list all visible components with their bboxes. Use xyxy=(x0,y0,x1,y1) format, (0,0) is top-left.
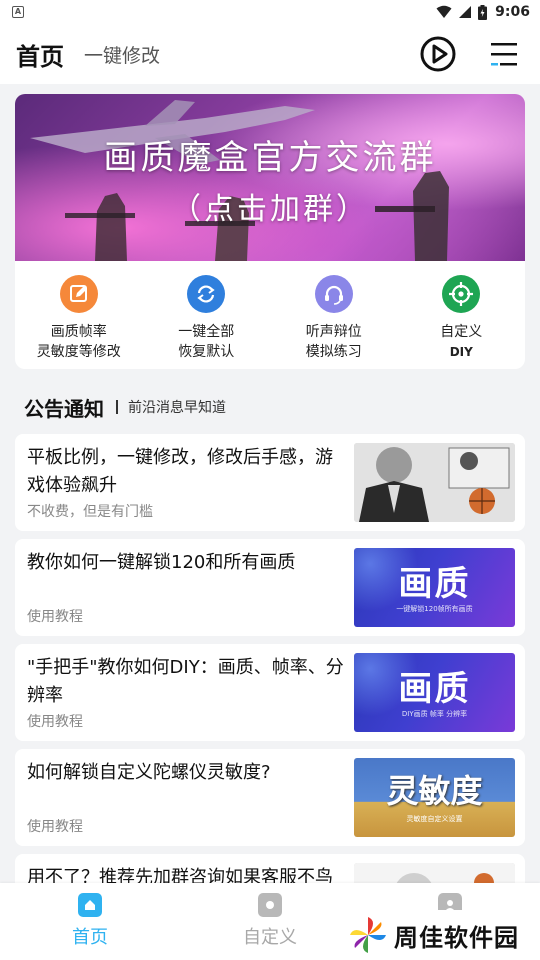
action-label-1: 画质帧率 xyxy=(50,324,107,340)
news-title: 如何解锁自定义陀螺仪灵敏度? xyxy=(27,762,271,783)
news-item[interactable]: 如何解锁自定义陀螺仪灵敏度? 使用教程 灵敏度 灵敏度自定义设置 xyxy=(15,749,525,846)
news-thumbnail xyxy=(354,443,515,522)
action-label-1: 一键全部 xyxy=(178,324,235,340)
news-tag: 使用教程 xyxy=(27,714,83,730)
action-restore-default[interactable]: 一键全部 恢复默认 xyxy=(143,261,271,369)
nav-label: 首页 xyxy=(72,927,108,948)
nav-label: 自定义 xyxy=(243,927,297,948)
quick-actions: 画质帧率 灵敏度等修改 一键全部 恢复默认 听声辩位 模拟练习 自定义 DIY xyxy=(15,261,525,369)
status-time: 9:06 xyxy=(495,4,530,20)
thumbnail-title: 灵敏度 xyxy=(386,772,483,810)
news-thumbnail: 画质 一键解锁120帧所有画质 xyxy=(354,548,515,627)
action-label-1: 听声辩位 xyxy=(305,324,362,340)
news-title: "手把手"教你如何DIY：画质、帧率、分辨率 xyxy=(27,657,344,706)
custom-icon xyxy=(258,893,282,917)
action-label-2: 恢复默认 xyxy=(178,344,235,360)
nav-custom[interactable]: 自定义 xyxy=(180,883,360,960)
news-list: 平板比例，一键修改，修改后手感，游戏体验飙升 不收费，但是有门槛 教你如何一键解… xyxy=(15,434,525,959)
announcement-header: 公告通知 前沿消息早知道 xyxy=(24,393,226,421)
news-tag: 不收费，但是有门槛 xyxy=(27,504,153,520)
watermark-text: 周佳软件园 xyxy=(394,923,519,952)
section-title: 公告通知 xyxy=(24,396,104,421)
news-thumbnail: 画质 DIY画质 帧率 分辨率 xyxy=(354,653,515,732)
news-thumbnail: 灵敏度 灵敏度自定义设置 xyxy=(354,758,515,837)
news-item[interactable]: 教你如何一键解锁120和所有画质 使用教程 画质 一键解锁120帧所有画质 xyxy=(15,539,525,636)
thumbnail-caption: 灵敏度自定义设置 xyxy=(406,815,463,823)
play-icon xyxy=(420,36,456,72)
thumbnail-caption: DIY画质 帧率 分辨率 xyxy=(401,710,468,718)
menu-button[interactable] xyxy=(484,34,524,74)
news-item[interactable]: "手把手"教你如何DIY：画质、帧率、分辨率 使用教程 画质 DIY画质 帧率 … xyxy=(15,644,525,741)
news-item[interactable]: 平板比例，一键修改，修改后手感，游戏体验飙升 不收费，但是有门槛 xyxy=(15,434,525,531)
thumbnail-title: 画质 xyxy=(398,669,471,709)
action-label-2: 灵敏度等修改 xyxy=(36,344,121,360)
action-label-2: DIY xyxy=(449,345,473,359)
section-divider xyxy=(116,400,118,414)
notification-a-icon: A xyxy=(12,6,24,18)
section-subtitle: 前沿消息早知道 xyxy=(128,400,226,416)
edit-icon xyxy=(59,275,98,313)
main-card: 画质魔盒官方交流群 （点击加群） 画质帧率 灵敏度等修改 一键全部 恢复默认 听… xyxy=(15,94,525,369)
action-label-1: 自定义 xyxy=(440,324,483,340)
menu-icon xyxy=(491,43,517,66)
news-title: 平板比例，一键修改，修改后手感，游戏体验飙升 xyxy=(27,447,333,496)
action-audio-practice[interactable]: 听声辩位 模拟练习 xyxy=(270,261,398,369)
action-custom-diy[interactable]: 自定义 DIY xyxy=(398,261,526,369)
news-tag: 使用教程 xyxy=(27,609,83,625)
headset-icon xyxy=(314,275,353,313)
thumbnail-title: 画质 xyxy=(398,564,471,604)
nav-home[interactable]: 首页 xyxy=(0,883,180,960)
app-header: 首页 一键修改 xyxy=(0,24,540,84)
watermark: 周佳软件园 xyxy=(340,910,540,960)
page-title: 首页 xyxy=(16,42,64,71)
news-title: 教你如何一键解锁120和所有画质 xyxy=(27,552,296,573)
status-bar: A 9:06 xyxy=(0,0,540,24)
banner-title: 画质魔盒官方交流群 xyxy=(103,138,437,178)
crosshair-icon xyxy=(442,275,481,313)
page-subtitle: 一键修改 xyxy=(84,44,161,67)
action-label-2: 模拟练习 xyxy=(305,344,362,360)
wifi-icon xyxy=(436,5,452,18)
thumbnail-caption: 一键解锁120帧所有画质 xyxy=(396,605,473,613)
join-group-banner[interactable]: 画质魔盒官方交流群 （点击加群） xyxy=(15,94,525,261)
play-button[interactable] xyxy=(418,34,458,74)
signal-icon xyxy=(459,6,472,18)
pinwheel-logo-icon xyxy=(350,917,386,953)
news-tag: 使用教程 xyxy=(27,819,83,835)
home-icon xyxy=(78,893,102,917)
banner-subtitle: （点击加群） xyxy=(171,192,369,227)
action-modify-quality[interactable]: 画质帧率 灵敏度等修改 xyxy=(15,261,143,369)
refresh-icon xyxy=(187,275,226,313)
battery-icon xyxy=(478,4,488,20)
